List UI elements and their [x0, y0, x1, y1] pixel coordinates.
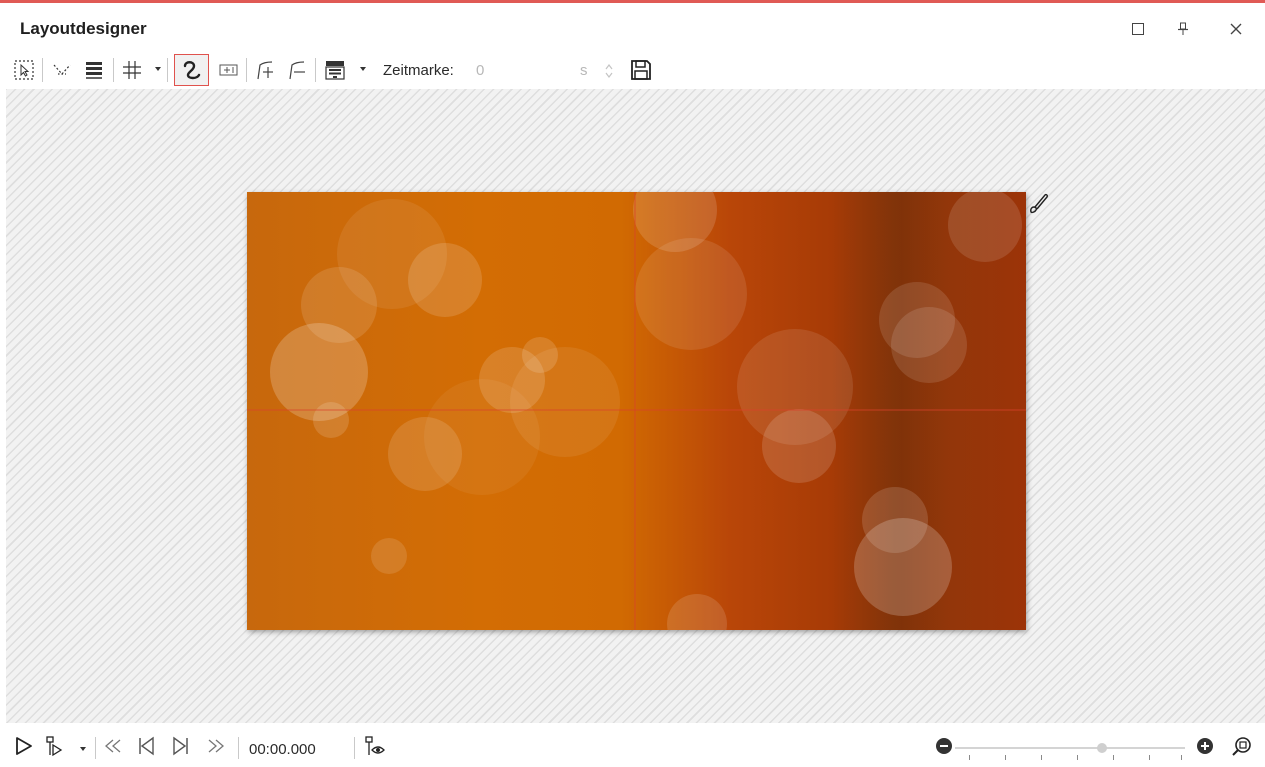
- toolbar-separator: [42, 58, 43, 82]
- add-keyframe-tool-button[interactable]: [250, 55, 280, 85]
- grid-dropdown-button[interactable]: [153, 63, 163, 75]
- toolbar-separator: [238, 737, 239, 759]
- stacked-bars-icon: [86, 62, 102, 79]
- play-mode-dropdown[interactable]: [78, 743, 88, 755]
- zoom-slider-thumb[interactable]: [1097, 743, 1108, 753]
- zoom-tick: [1077, 755, 1078, 760]
- zoom-tick: [1041, 755, 1042, 760]
- double-right-icon: [208, 739, 224, 753]
- curve-path-tool-button[interactable]: [174, 54, 209, 86]
- zoom-tick: [1181, 755, 1182, 760]
- zoom-in-icon: [1197, 738, 1213, 754]
- layout-template-icon: [325, 61, 345, 80]
- zoom-out-button[interactable]: [931, 733, 957, 759]
- x-icon: [1230, 23, 1242, 35]
- toolbar-separator: [167, 58, 168, 82]
- zoom-in-button[interactable]: [1192, 733, 1218, 759]
- fit-zoom-button[interactable]: [1229, 733, 1255, 759]
- marker-eye-icon: [365, 736, 385, 755]
- remove-keyframe-tool-button[interactable]: [282, 55, 312, 85]
- step-back-icon: [139, 736, 154, 756]
- floppy-icon: [631, 60, 651, 80]
- play-button[interactable]: [10, 733, 36, 759]
- template-dropdown-button[interactable]: [358, 63, 368, 75]
- pin-button[interactable]: [1169, 17, 1197, 41]
- bokeh-background: [247, 192, 1026, 630]
- zoom-tick: [969, 755, 970, 760]
- frame-plus-icon: [219, 64, 238, 76]
- toolbar-separator: [113, 58, 114, 82]
- double-left-icon: [105, 739, 121, 753]
- window-title: Layoutdesigner: [20, 19, 147, 38]
- play-icon: [16, 737, 32, 755]
- toolbar-separator: [354, 737, 355, 759]
- caret-down-icon: [80, 747, 86, 751]
- zeitmarke-label: Zeitmarke:: [383, 62, 454, 79]
- playback-bar: 00:00.000: [0, 723, 1265, 767]
- pin-icon: [1178, 22, 1188, 35]
- curve-icon: [183, 61, 200, 80]
- rewind-button[interactable]: [100, 733, 126, 759]
- zoom-tick: [1005, 755, 1006, 760]
- camera-tool-button[interactable]: [214, 55, 244, 85]
- grid-tool-button[interactable]: [117, 55, 147, 85]
- zoom-tick: [1113, 755, 1114, 760]
- playback-time: 00:00.000: [249, 741, 316, 758]
- toolbar: Zeitmarke: s: [0, 49, 1265, 89]
- next-frame-button[interactable]: [168, 733, 194, 759]
- spinner-arrows-icon: [605, 64, 613, 78]
- step-forward-icon: [173, 736, 188, 756]
- close-button[interactable]: [1222, 17, 1250, 41]
- play-from-marker-icon: [46, 736, 63, 757]
- zoom-slider-track[interactable]: [955, 747, 1185, 749]
- animation-path-tool-button[interactable]: [47, 55, 77, 85]
- caret-down-icon: [155, 67, 161, 71]
- square-icon: [1132, 23, 1144, 35]
- path-plus-icon: [257, 61, 273, 80]
- preview-marker-button[interactable]: [362, 733, 388, 759]
- fast-forward-button[interactable]: [203, 733, 229, 759]
- caret-down-icon: [360, 67, 366, 71]
- dotted-chevron-icon: [53, 64, 71, 75]
- zoom-tick: [1149, 755, 1150, 760]
- toolbar-separator: [246, 58, 247, 82]
- magnifier-icon: [1232, 737, 1251, 756]
- toolbar-separator: [95, 737, 96, 759]
- selection-tool-button[interactable]: [9, 55, 39, 85]
- play-from-marker-button[interactable]: [42, 733, 68, 759]
- slide-preview[interactable]: [247, 192, 1026, 630]
- maximize-button[interactable]: [1124, 17, 1152, 41]
- save-tool-button[interactable]: [626, 55, 656, 85]
- edit-brush-icon[interactable]: [1027, 190, 1051, 216]
- title-bar: Layoutdesigner: [0, 3, 1265, 49]
- path-minus-icon: [289, 61, 305, 80]
- align-layers-tool-button[interactable]: [79, 55, 109, 85]
- zeitmarke-spinner[interactable]: [602, 59, 616, 83]
- zoom-out-icon: [936, 738, 952, 754]
- dotted-select-icon: [14, 60, 34, 80]
- grid-icon: [123, 61, 141, 79]
- toolbar-separator: [315, 58, 316, 82]
- previous-frame-button[interactable]: [133, 733, 159, 759]
- template-tool-button[interactable]: [320, 55, 350, 85]
- zeitmarke-unit: s: [580, 62, 588, 79]
